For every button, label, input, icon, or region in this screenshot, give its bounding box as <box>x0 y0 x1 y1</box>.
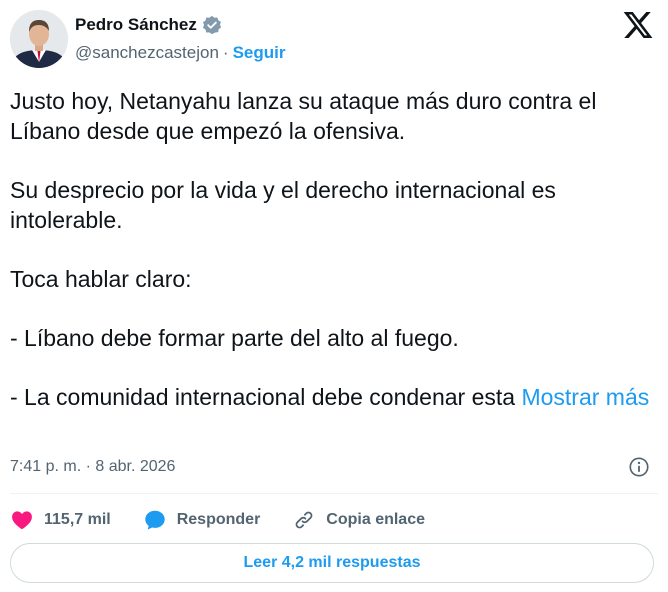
tweet-paragraph-2: Su desprecio por la vida y el derecho in… <box>10 177 556 233</box>
copy-link-button[interactable]: Copia enlace <box>292 508 425 532</box>
action-bar: 115,7 mil Responder Copia enlace <box>10 505 457 535</box>
tweet-embed-card: Pedro Sánchez @sanchezcastejon · Seguir … <box>0 0 668 592</box>
divider <box>10 493 658 494</box>
like-button[interactable]: 115,7 mil <box>10 508 111 532</box>
x-logo-icon[interactable] <box>622 9 654 41</box>
info-icon[interactable] <box>628 456 650 478</box>
tweet-paragraph-3: Toca hablar claro: <box>10 266 192 292</box>
link-icon <box>295 511 313 529</box>
likes-count: 115,7 mil <box>44 511 111 528</box>
tweet-paragraph-4: - Líbano debe formar parte del alto al f… <box>10 325 459 351</box>
handle-separator: · <box>222 43 229 62</box>
reply-button[interactable]: Responder <box>143 508 261 532</box>
verified-badge-icon <box>202 15 221 35</box>
show-more-link[interactable]: Mostrar más <box>521 384 649 410</box>
copy-link-label: Copia enlace <box>326 511 425 528</box>
tweet-paragraph-5-text: - La comunidad internacional debe conden… <box>10 384 516 410</box>
reply-label: Responder <box>176 511 261 528</box>
avatar[interactable] <box>10 10 68 68</box>
author-handle[interactable]: @sanchezcastejon <box>75 43 219 63</box>
follow-button[interactable]: Seguir <box>233 43 286 63</box>
heart-icon <box>12 511 32 530</box>
read-replies-button[interactable]: Leer 4,2 mil respuestas <box>10 543 654 583</box>
tweet-text: Justo hoy, Netanyahu lanza su ataque más… <box>10 86 658 412</box>
tweet-paragraph-5: - La comunidad internacional debe conden… <box>10 382 658 412</box>
author-name[interactable]: Pedro Sánchez <box>75 15 197 35</box>
avatar-portrait <box>10 10 68 68</box>
tweet-timestamp[interactable]: 7:41 p. m. · 8 abr. 2026 <box>10 458 175 476</box>
tweet-paragraph-1: Justo hoy, Netanyahu lanza su ataque más… <box>10 88 597 144</box>
handle-row: @sanchezcastejon · Seguir <box>75 43 285 63</box>
reply-bubble-icon <box>145 510 165 530</box>
author-name-row: Pedro Sánchez <box>75 15 222 35</box>
